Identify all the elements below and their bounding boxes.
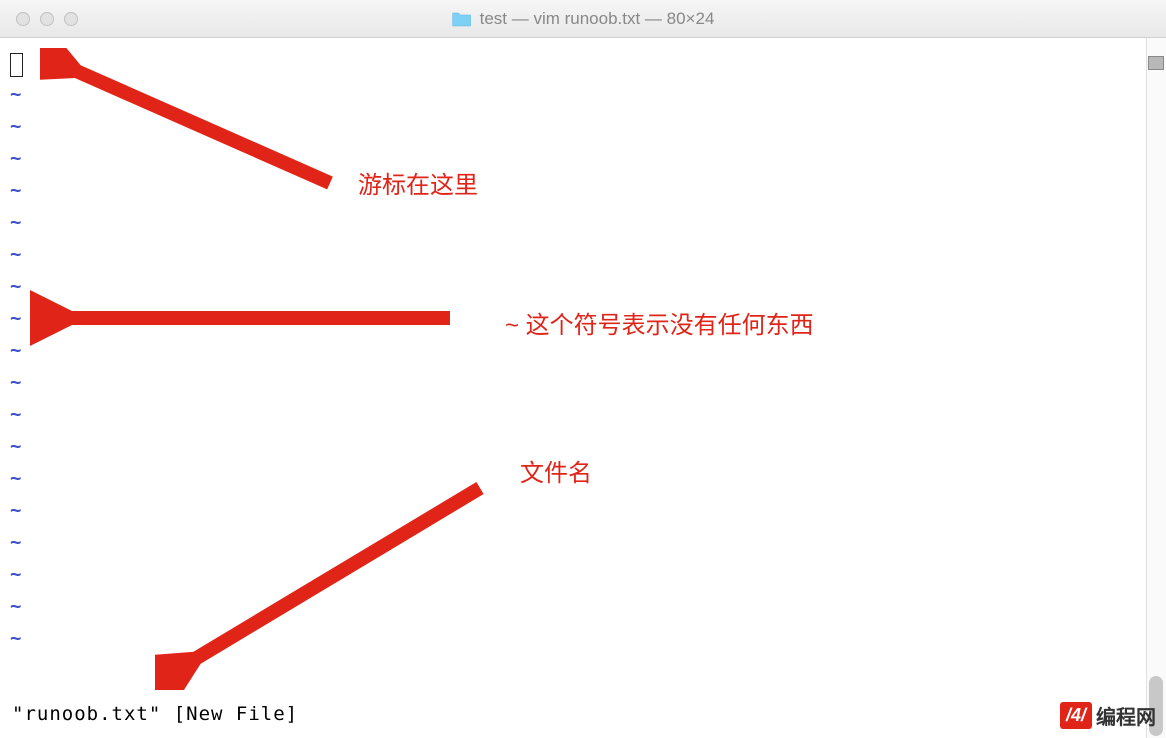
vertical-scrollbar[interactable] xyxy=(1146,38,1166,738)
empty-line-marker: ~ xyxy=(10,206,1156,238)
empty-lines-container: ~~~~~~~~~~~~~~~~~~ xyxy=(10,78,1156,654)
empty-line-marker: ~ xyxy=(10,334,1156,366)
watermark-text: 编程网 xyxy=(1096,701,1156,730)
empty-line-marker: ~ xyxy=(10,622,1156,654)
empty-line-marker: ~ xyxy=(10,366,1156,398)
folder-icon xyxy=(452,11,472,27)
window-controls xyxy=(12,12,78,26)
empty-line-marker: ~ xyxy=(10,78,1156,110)
watermark-badge: /4/ xyxy=(1060,702,1092,729)
empty-line-marker: ~ xyxy=(10,398,1156,430)
maximize-window-button[interactable] xyxy=(64,12,78,26)
empty-line-marker: ~ xyxy=(10,558,1156,590)
empty-line-marker: ~ xyxy=(10,430,1156,462)
empty-line-marker: ~ xyxy=(10,174,1156,206)
window-title-text: test — vim runoob.txt — 80×24 xyxy=(480,9,715,29)
minimize-window-button[interactable] xyxy=(40,12,54,26)
watermark: /4/ 编程网 xyxy=(1060,701,1156,730)
text-cursor xyxy=(10,53,23,77)
empty-line-marker: ~ xyxy=(10,462,1156,494)
cursor-line xyxy=(10,46,1156,78)
empty-line-marker: ~ xyxy=(10,238,1156,270)
scroll-marker-icon xyxy=(1148,56,1164,70)
terminal-viewport[interactable]: ~~~~~~~~~~~~~~~~~~ "runoob.txt" [New Fil… xyxy=(0,38,1166,738)
empty-line-marker: ~ xyxy=(10,302,1156,334)
empty-line-marker: ~ xyxy=(10,142,1156,174)
empty-line-marker: ~ xyxy=(10,590,1156,622)
empty-line-marker: ~ xyxy=(10,110,1156,142)
vim-status-line: "runoob.txt" [New File] xyxy=(12,698,298,730)
window-titlebar: test — vim runoob.txt — 80×24 xyxy=(0,0,1166,38)
empty-line-marker: ~ xyxy=(10,494,1156,526)
empty-line-marker: ~ xyxy=(10,270,1156,302)
window-title: test — vim runoob.txt — 80×24 xyxy=(452,9,715,29)
empty-line-marker: ~ xyxy=(10,526,1156,558)
close-window-button[interactable] xyxy=(16,12,30,26)
